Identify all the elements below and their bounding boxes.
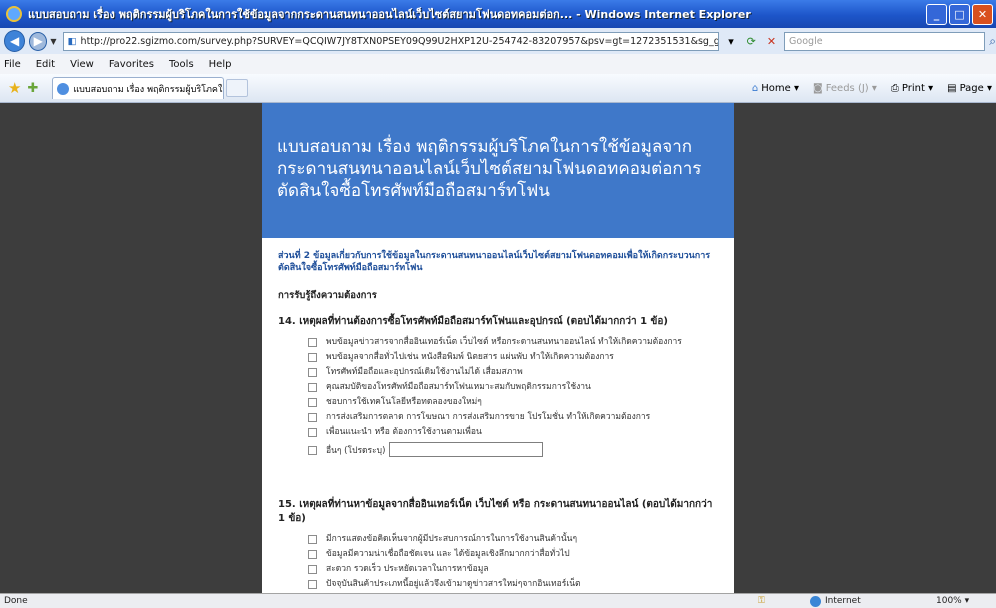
section-subheading: การรับรู้ถึงความต้องการ — [278, 290, 377, 301]
window-title: แบบสอบถาม เรื่อง พฤติกรรมผู้บริโภคในการใ… — [28, 8, 751, 21]
q15-option[interactable]: ข้อมูลมีความน่าเชื่อถือชัดเจน และ ได้ข้อ… — [278, 549, 718, 560]
menu-view[interactable]: View — [70, 59, 94, 70]
survey-title: แบบสอบถาม เรื่อง พฤติกรรมผู้บริโภคในการใ… — [277, 137, 702, 201]
tab-bar: ★ ✚ แบบสอบถาม เรื่อง พฤติกรรมผู้บริโภคใน… — [0, 74, 996, 103]
checkbox[interactable] — [308, 445, 317, 455]
page-icon: ◧ — [67, 35, 77, 47]
survey-header: แบบสอบถาม เรื่อง พฤติกรรมผู้บริโภคในการใ… — [262, 103, 734, 238]
question-15: 15. เหตุผลที่ท่านหาข้อมูลจากสื่ออินเทอร์… — [278, 499, 713, 524]
page-menu-icon: ▤ — [947, 83, 957, 94]
status-text: Done — [4, 596, 28, 606]
search-icon[interactable]: ⌕ — [989, 34, 996, 49]
checkbox[interactable] — [308, 580, 317, 589]
history-dropdown-icon[interactable]: ▼ — [50, 37, 56, 46]
menu-bar: File Edit View Favorites Tools Help — [0, 54, 996, 74]
home-button[interactable]: ⌂ Home ▾ — [752, 83, 799, 94]
option-label: ปัจจุบันสินค้าประเภทนี้อยู่แล้วจึงเข้ามา… — [326, 579, 581, 589]
option-label: ข้อมูลมีความน่าเชื่อถือชัดเจน และ ได้ข้อ… — [326, 549, 570, 559]
address-dropdown-icon[interactable]: ▾ — [722, 32, 739, 50]
ie-logo-icon — [6, 6, 22, 22]
q14-option[interactable]: เพื่อนแนะนำ หรือ ต้องการใช้งานตามเพื่อน — [278, 427, 718, 438]
checkbox[interactable] — [308, 535, 317, 544]
checkbox[interactable] — [308, 353, 317, 362]
home-icon: ⌂ — [751, 83, 759, 94]
checkbox[interactable] — [308, 338, 317, 347]
menu-edit[interactable]: Edit — [36, 59, 55, 70]
q14-option[interactable]: ชอบการใช้เทคโนโลยีหรือทดลองของใหม่ๆ — [278, 397, 718, 408]
other-label: อื่นๆ (โปรดระบุ) — [326, 445, 386, 456]
option-label: การส่งเสริมการตลาด การโฆษณา การส่งเสริมก… — [326, 412, 651, 422]
checkbox[interactable] — [308, 368, 317, 377]
option-label: ชอบการใช้เทคโนโลยีหรือทดลองของใหม่ๆ — [326, 397, 482, 407]
q15-option[interactable]: มีการแสดงข้อคิดเห็นจากผู้มีประสบการณ์การ… — [278, 534, 718, 545]
option-label: โทรศัพท์มือถือและอุปกรณ์เดิมใช้งานไม่ได้… — [326, 367, 523, 377]
stop-icon[interactable]: ✕ — [763, 32, 780, 50]
checkbox[interactable] — [308, 413, 317, 422]
maximize-button[interactable]: □ — [949, 4, 970, 25]
q14-option[interactable]: พบข้อมูลข่าวสารจากสื่ออินเทอร์เน็ต เว็บไ… — [278, 337, 718, 348]
checkbox[interactable] — [308, 398, 317, 407]
security-zone: Internet — [810, 595, 861, 607]
option-label: พบข้อมูลจากสื่อทั่วไปเช่น หนังสือพิมพ์ น… — [326, 352, 614, 362]
q15-option[interactable]: สะดวก รวดเร็ว ประหยัดเวลาในการหาข้อมูล — [278, 564, 718, 575]
print-button[interactable]: ⎙ Print ▾ — [891, 83, 933, 94]
add-favorite-icon[interactable]: ✚ — [27, 81, 38, 96]
forward-button[interactable]: ▶ — [29, 31, 48, 51]
back-button[interactable]: ◀ — [4, 30, 26, 52]
address-bar[interactable]: ◧ http://pro22.sgizmo.com/survey.php?SUR… — [62, 31, 720, 51]
option-label: เพื่อนแนะนำ หรือ ต้องการใช้งานตามเพื่อน — [326, 427, 482, 437]
address-toolbar: ◀ ▶ ▼ ◧ http://pro22.sgizmo.com/survey.p… — [0, 28, 996, 54]
checkbox[interactable] — [308, 428, 317, 437]
q14-option-other[interactable]: อื่นๆ (โปรดระบุ) — [278, 442, 718, 457]
q14-option[interactable]: พบข้อมูลจากสื่อทั่วไปเช่น หนังสือพิมพ์ น… — [278, 352, 718, 363]
q14-option[interactable]: คุณสมบัติของโทรศัพท์มือถือสมาร์ทโฟนเหมาะ… — [278, 382, 718, 393]
globe-icon — [810, 595, 821, 607]
option-label: คุณสมบัติของโทรศัพท์มือถือสมาร์ทโฟนเหมาะ… — [326, 382, 591, 392]
other-text-input[interactable] — [389, 442, 544, 457]
q14-option[interactable]: การส่งเสริมการตลาด การโฆษณา การส่งเสริมก… — [278, 412, 718, 423]
refresh-icon[interactable]: ⟳ — [743, 32, 760, 50]
menu-favorites[interactable]: Favorites — [109, 59, 154, 70]
tab-favicon-icon — [57, 82, 70, 95]
q14-option[interactable]: โทรศัพท์มือถือและอุปกรณ์เดิมใช้งานไม่ได้… — [278, 367, 718, 378]
window-title-bar: แบบสอบถาม เรื่อง พฤติกรรมผู้บริโภคในการใ… — [0, 0, 996, 28]
feeds-button[interactable]: ◙ Feeds (J) ▾ — [813, 83, 877, 94]
close-button[interactable]: ✕ — [972, 4, 993, 25]
url-text: http://pro22.sgizmo.com/survey.php?SURVE… — [80, 35, 720, 47]
menu-file[interactable]: File — [4, 59, 21, 70]
section-title: ส่วนที่ 2 ข้อมูลเกี่ยวกับการใช้ข้อมูลในก… — [278, 251, 711, 273]
survey-form: แบบสอบถาม เรื่อง พฤติกรรมผู้บริโภคในการใ… — [262, 103, 734, 593]
menu-help[interactable]: Help — [209, 59, 232, 70]
checkbox[interactable] — [308, 550, 317, 559]
checkbox[interactable] — [308, 565, 317, 574]
option-label: พบข้อมูลข่าวสารจากสื่ออินเทอร์เน็ต เว็บไ… — [326, 337, 682, 347]
status-bar: Done ⚿ Internet 100% ▾ — [0, 593, 996, 608]
page-button[interactable]: ▤ Page ▾ — [947, 83, 992, 94]
menu-tools[interactable]: Tools — [169, 59, 194, 70]
page-content: แบบสอบถาม เรื่อง พฤติกรรมผู้บริโภคในการใ… — [0, 103, 996, 593]
question-14: 14. เหตุผลที่ท่านต้องการซื้อโทรศัพท์มือถ… — [278, 316, 668, 327]
command-bar: ⌂ Home ▾ ◙ Feeds (J) ▾ ⎙ Print ▾ ▤ Page ▾ — [738, 74, 992, 103]
tab-label: แบบสอบถาม เรื่อง พฤติกรรมผู้บริโภคในการใ… — [73, 84, 225, 95]
tab-survey[interactable]: แบบสอบถาม เรื่อง พฤติกรรมผู้บริโภคในการใ… — [52, 77, 225, 99]
print-icon: ⎙ — [890, 83, 899, 94]
option-label: สะดวก รวดเร็ว ประหยัดเวลาในการหาข้อมูล — [326, 564, 489, 574]
favorites-star-icon[interactable]: ★ — [8, 79, 21, 97]
new-tab-button[interactable] — [226, 79, 249, 97]
survey-section: ส่วนที่ 2 ข้อมูลเกี่ยวกับการใช้ข้อมูลในก… — [262, 250, 734, 590]
checkbox[interactable] — [308, 383, 317, 392]
security-lock-icon: ⚿ — [758, 596, 765, 606]
search-input[interactable]: Google — [784, 31, 986, 51]
zoom-level[interactable]: 100% ▾ — [936, 596, 969, 606]
q15-option[interactable]: ปัจจุบันสินค้าประเภทนี้อยู่แล้วจึงเข้ามา… — [278, 579, 718, 590]
option-label: มีการแสดงข้อคิดเห็นจากผู้มีประสบการณ์การ… — [326, 534, 578, 544]
feeds-icon: ◙ — [813, 83, 823, 94]
minimize-button[interactable]: _ — [926, 4, 947, 25]
